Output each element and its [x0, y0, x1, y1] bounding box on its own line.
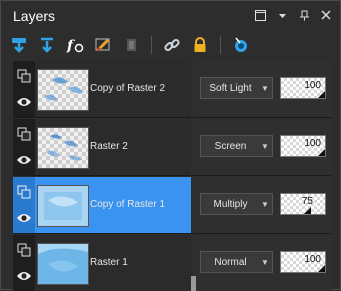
blend-mode-label: Screen [214, 140, 247, 152]
link-icon[interactable] [162, 35, 182, 55]
panel-title: Layers [13, 8, 56, 24]
layer-row-props: Screen ▼ 100 [193, 119, 331, 176]
visibility-eye-icon[interactable] [16, 211, 32, 223]
opacity-value: 75 [301, 196, 313, 207]
opacity-field[interactable]: 75 [280, 193, 326, 215]
panel-titlebar[interactable]: Layers [1, 1, 340, 31]
window-icon[interactable] [254, 9, 266, 21]
layer-row-selected[interactable]: Copy of Raster 1 Multiply ▼ 75 [13, 177, 331, 235]
layer-row[interactable]: Copy of Raster 2 Soft Light ▼ 100 [13, 61, 331, 119]
layer-gutter [13, 61, 35, 117]
layer-row-main[interactable]: Raster 2 [13, 119, 191, 176]
chevron-down-icon: ▼ [261, 83, 269, 93]
blend-mode-label: Multiply [213, 198, 248, 210]
blend-mode-dropdown[interactable]: Screen ▼ [200, 135, 273, 157]
layer-row-main[interactable]: Copy of Raster 1 [13, 177, 191, 234]
toolbar-separator-2 [220, 36, 221, 54]
blend-mode-dropdown[interactable]: Normal ▼ [200, 251, 273, 273]
layer-thumbnail [37, 185, 89, 227]
layers-panel: Layers f Copy of Raster 2 Soft Light ▼ 1… [0, 0, 341, 291]
opacity-value: 100 [304, 138, 321, 149]
layer-thumbnail [37, 127, 89, 169]
layer-row[interactable]: Raster 1 Normal ▼ 100 [13, 235, 331, 291]
layer-gutter [13, 177, 35, 233]
visibility-eye-icon[interactable] [16, 153, 32, 165]
opacity-value: 100 [304, 254, 321, 265]
new-layer-icon[interactable] [9, 35, 29, 55]
blend-mode-dropdown[interactable]: Multiply ▼ [200, 193, 273, 215]
close-icon[interactable] [320, 9, 332, 21]
merge-down-icon[interactable] [37, 35, 57, 55]
opacity-slider-corner [318, 91, 325, 98]
opacity-slider-corner [318, 265, 325, 272]
layer-row-main[interactable]: Copy of Raster 2 [13, 61, 191, 118]
group-layer-icon[interactable] [17, 243, 31, 257]
layer-name: Raster 1 [90, 257, 128, 268]
layer-name: Copy of Raster 1 [90, 199, 166, 210]
pin-icon[interactable] [298, 9, 310, 21]
layer-thumbnail [37, 69, 89, 111]
chevron-down-icon: ▼ [261, 257, 269, 267]
opacity-field[interactable]: 100 [280, 77, 326, 99]
opacity-field[interactable]: 100 [280, 251, 326, 273]
opacity-slider-corner [318, 149, 325, 156]
layer-name: Raster 2 [90, 141, 128, 152]
blend-mode-label: Normal [214, 256, 247, 268]
lock-icon[interactable] [190, 35, 210, 55]
opacity-value: 100 [304, 80, 321, 91]
scrollbar-thumb[interactable] [191, 276, 196, 291]
opacity-slider-corner [304, 207, 311, 214]
group-layer-icon[interactable] [17, 185, 31, 199]
window-controls [254, 9, 332, 21]
dropdown-icon[interactable] [276, 9, 288, 21]
mask-icon[interactable] [121, 35, 141, 55]
visibility-eye-icon[interactable] [16, 269, 32, 281]
layer-name: Copy of Raster 2 [90, 83, 166, 94]
layers-toolbar: f [9, 33, 251, 57]
layer-gutter [13, 235, 35, 291]
layer-row-main[interactable]: Raster 1 [13, 235, 191, 291]
group-layer-icon[interactable] [17, 127, 31, 141]
layer-gutter [13, 119, 35, 175]
group-layer-icon[interactable] [17, 69, 31, 83]
layer-row[interactable]: Raster 2 Screen ▼ 100 [13, 119, 331, 177]
layer-thumbnail [37, 243, 89, 285]
svg-text:f: f [66, 38, 76, 54]
blend-mode-label: Soft Light [209, 82, 252, 94]
chevron-down-icon: ▼ [261, 199, 269, 209]
layer-list[interactable]: Copy of Raster 2 Soft Light ▼ 100 Raster… [13, 61, 331, 291]
toolbar-separator [151, 36, 152, 54]
layer-row-props: Multiply ▼ 75 [193, 177, 331, 234]
layer-row-props: Normal ▼ 100 [193, 235, 331, 291]
chevron-down-icon: ▼ [261, 141, 269, 151]
layer-row-props: Soft Light ▼ 100 [193, 61, 331, 118]
blend-mode-dropdown[interactable]: Soft Light ▼ [200, 77, 273, 99]
effects-fx-icon[interactable]: f [65, 35, 85, 55]
brush-icon[interactable] [93, 35, 113, 55]
visibility-eye-icon[interactable] [16, 95, 32, 107]
opacity-field[interactable]: 100 [280, 135, 326, 157]
properties-icon[interactable] [231, 35, 251, 55]
